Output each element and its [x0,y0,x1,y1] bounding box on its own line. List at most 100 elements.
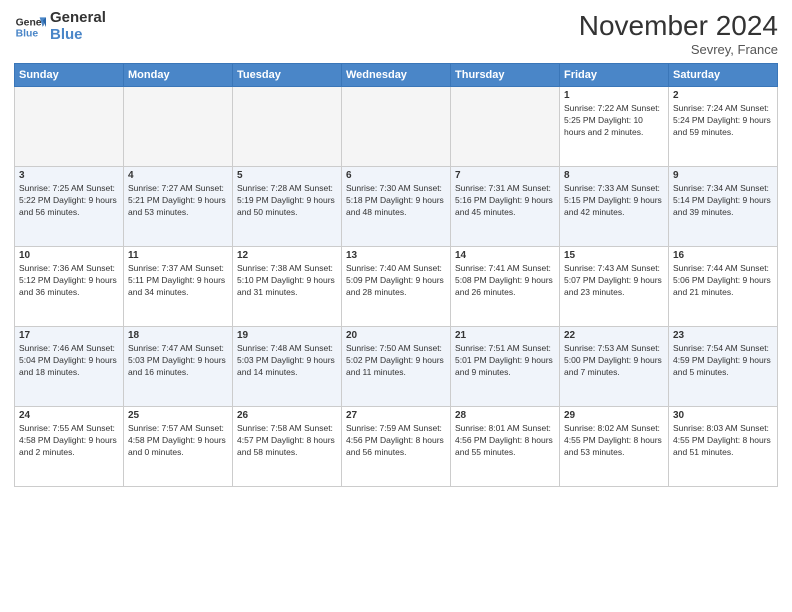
day-number: 19 [237,330,337,341]
day-number: 18 [128,330,228,341]
logo: General Blue General Blue [14,10,106,43]
day-info: Sunrise: 7:54 AM Sunset: 4:59 PM Dayligh… [673,343,773,379]
day-info: Sunrise: 7:28 AM Sunset: 5:19 PM Dayligh… [237,183,337,219]
day-number: 28 [455,410,555,421]
calendar-header-row: Sunday Monday Tuesday Wednesday Thursday… [15,64,778,87]
day-info: Sunrise: 7:58 AM Sunset: 4:57 PM Dayligh… [237,423,337,459]
day-number: 27 [346,410,446,421]
calendar-cell: 11 Sunrise: 7:37 AM Sunset: 5:11 PM Dayli… [124,247,233,327]
day-info: Sunrise: 7:27 AM Sunset: 5:21 PM Dayligh… [128,183,228,219]
day-number: 4 [128,170,228,181]
calendar-cell: 25 Sunrise: 7:57 AM Sunset: 4:58 PM Dayli… [124,407,233,487]
calendar-cell: 26 Sunrise: 7:58 AM Sunset: 4:57 PM Dayli… [233,407,342,487]
col-sunday: Sunday [15,64,124,87]
header: General Blue General Blue November 2024 … [14,10,778,57]
day-number: 10 [19,250,119,261]
day-number: 2 [673,90,773,101]
day-info: Sunrise: 7:50 AM Sunset: 5:02 PM Dayligh… [346,343,446,379]
day-info: Sunrise: 7:38 AM Sunset: 5:10 PM Dayligh… [237,263,337,299]
day-number: 13 [346,250,446,261]
calendar-cell: 14 Sunrise: 7:41 AM Sunset: 5:08 PM Dayli… [451,247,560,327]
day-info: Sunrise: 8:01 AM Sunset: 4:56 PM Dayligh… [455,423,555,459]
calendar-cell: 13 Sunrise: 7:40 AM Sunset: 5:09 PM Dayli… [342,247,451,327]
calendar-cell [342,87,451,167]
calendar-cell: 16 Sunrise: 7:44 AM Sunset: 5:06 PM Dayli… [669,247,778,327]
col-saturday: Saturday [669,64,778,87]
day-number: 25 [128,410,228,421]
day-number: 15 [564,250,664,261]
calendar-cell: 20 Sunrise: 7:50 AM Sunset: 5:02 PM Dayli… [342,327,451,407]
calendar-cell: 8 Sunrise: 7:33 AM Sunset: 5:15 PM Daylig… [560,167,669,247]
day-number: 17 [19,330,119,341]
col-tuesday: Tuesday [233,64,342,87]
calendar-cell: 12 Sunrise: 7:38 AM Sunset: 5:10 PM Dayli… [233,247,342,327]
calendar-table: Sunday Monday Tuesday Wednesday Thursday… [14,63,778,487]
calendar-cell [15,87,124,167]
day-info: Sunrise: 7:46 AM Sunset: 5:04 PM Dayligh… [19,343,119,379]
title-block: November 2024 Sevrey, France [579,10,778,57]
calendar-cell: 3 Sunrise: 7:25 AM Sunset: 5:22 PM Daylig… [15,167,124,247]
logo-text-general: General [50,10,106,27]
calendar-cell: 7 Sunrise: 7:31 AM Sunset: 5:16 PM Daylig… [451,167,560,247]
day-info: Sunrise: 7:30 AM Sunset: 5:18 PM Dayligh… [346,183,446,219]
calendar-cell [451,87,560,167]
day-info: Sunrise: 7:40 AM Sunset: 5:09 PM Dayligh… [346,263,446,299]
calendar-cell: 22Sunrise: 7:53 AM Sunset: 5:00 PM Dayli… [560,327,669,407]
day-number: 29 [564,410,664,421]
month-title: November 2024 [579,10,778,42]
calendar-cell: 19 Sunrise: 7:48 AM Sunset: 5:03 PM Dayli… [233,327,342,407]
day-info: Sunrise: 7:59 AM Sunset: 4:56 PM Dayligh… [346,423,446,459]
day-number: 8 [564,170,664,181]
day-number: 7 [455,170,555,181]
day-info: Sunrise: 7:43 AM Sunset: 5:07 PM Dayligh… [564,263,664,299]
logo-icon: General Blue [14,11,46,43]
day-info: Sunrise: 7:44 AM Sunset: 5:06 PM Dayligh… [673,263,773,299]
day-info: Sunrise: 8:02 AM Sunset: 4:55 PM Dayligh… [564,423,664,459]
col-monday: Monday [124,64,233,87]
day-info: Sunrise: 7:41 AM Sunset: 5:08 PM Dayligh… [455,263,555,299]
calendar-cell: 15 Sunrise: 7:43 AM Sunset: 5:07 PM Dayli… [560,247,669,327]
day-info: Sunrise: 7:47 AM Sunset: 5:03 PM Dayligh… [128,343,228,379]
day-number: 30 [673,410,773,421]
logo-text-blue: Blue [50,27,106,44]
day-info: Sunrise: 7:57 AM Sunset: 4:58 PM Dayligh… [128,423,228,459]
calendar-cell: 1Sunrise: 7:22 AM Sunset: 5:25 PM Daylig… [560,87,669,167]
calendar-cell: 4 Sunrise: 7:27 AM Sunset: 5:21 PM Daylig… [124,167,233,247]
day-number: 14 [455,250,555,261]
calendar-cell: 2Sunrise: 7:24 AM Sunset: 5:24 PM Daylig… [669,87,778,167]
calendar-cell: 24 Sunrise: 7:55 AM Sunset: 4:58 PM Dayli… [15,407,124,487]
day-info: Sunrise: 7:48 AM Sunset: 5:03 PM Dayligh… [237,343,337,379]
day-info: Sunrise: 7:31 AM Sunset: 5:16 PM Dayligh… [455,183,555,219]
day-number: 26 [237,410,337,421]
day-number: 12 [237,250,337,261]
calendar-cell: 9Sunrise: 7:34 AM Sunset: 5:14 PM Daylig… [669,167,778,247]
calendar-cell: 17 Sunrise: 7:46 AM Sunset: 5:04 PM Dayli… [15,327,124,407]
calendar-cell: 21 Sunrise: 7:51 AM Sunset: 5:01 PM Dayli… [451,327,560,407]
day-number: 21 [455,330,555,341]
day-info: Sunrise: 7:53 AM Sunset: 5:00 PM Dayligh… [564,343,664,379]
day-number: 16 [673,250,773,261]
day-info: Sunrise: 7:51 AM Sunset: 5:01 PM Dayligh… [455,343,555,379]
day-number: 23 [673,330,773,341]
calendar-cell: 10 Sunrise: 7:36 AM Sunset: 5:12 PM Dayli… [15,247,124,327]
day-number: 24 [19,410,119,421]
location-subtitle: Sevrey, France [579,42,778,57]
day-number: 6 [346,170,446,181]
day-info: Sunrise: 7:25 AM Sunset: 5:22 PM Dayligh… [19,183,119,219]
day-info: Sunrise: 7:37 AM Sunset: 5:11 PM Dayligh… [128,263,228,299]
day-info: Sunrise: 8:03 AM Sunset: 4:55 PM Dayligh… [673,423,773,459]
page-container: General Blue General Blue November 2024 … [0,0,792,497]
day-number: 3 [19,170,119,181]
day-info: Sunrise: 7:34 AM Sunset: 5:14 PM Dayligh… [673,183,773,219]
calendar-cell: 29 Sunrise: 8:02 AM Sunset: 4:55 PM Dayli… [560,407,669,487]
day-info: Sunrise: 7:55 AM Sunset: 4:58 PM Dayligh… [19,423,119,459]
day-info: Sunrise: 7:33 AM Sunset: 5:15 PM Dayligh… [564,183,664,219]
calendar-cell [233,87,342,167]
day-info: Sunrise: 7:22 AM Sunset: 5:25 PM Dayligh… [564,103,664,139]
day-number: 11 [128,250,228,261]
day-number: 20 [346,330,446,341]
calendar-cell: 23 Sunrise: 7:54 AM Sunset: 4:59 PM Dayli… [669,327,778,407]
svg-text:Blue: Blue [16,28,39,39]
calendar-cell [124,87,233,167]
day-info: Sunrise: 7:36 AM Sunset: 5:12 PM Dayligh… [19,263,119,299]
